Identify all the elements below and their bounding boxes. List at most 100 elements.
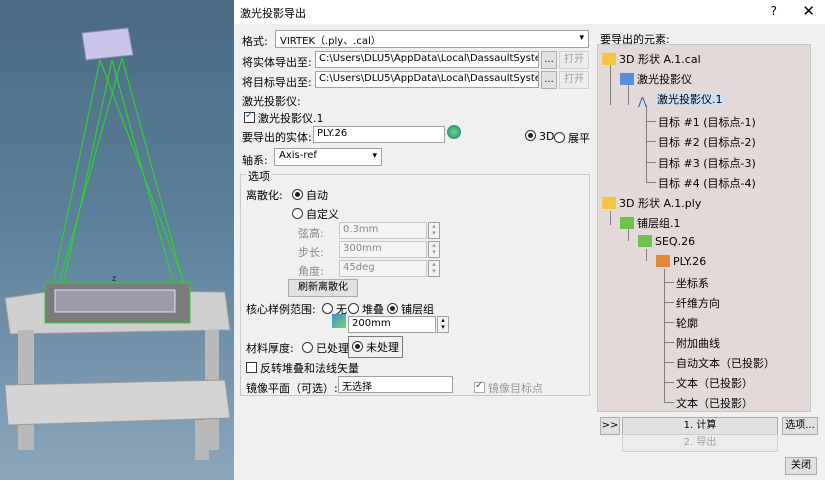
table-shelf <box>4 379 231 426</box>
tree-item-text-1[interactable]: 文本（已投影） <box>676 375 753 391</box>
angle-field[interactable]: 45deg <box>339 260 427 277</box>
tree-item-auto-text[interactable]: 自动文本（已投影） <box>676 355 775 371</box>
tree-item-target-4[interactable]: 目标 #4 (目标点-4) <box>658 175 756 191</box>
tree-item-extra-curves[interactable]: 附加曲线 <box>676 335 720 351</box>
discretize-auto-option[interactable]: 自动 <box>292 187 328 203</box>
core-stack-label: 堆叠 <box>362 303 384 316</box>
thickness-processed-option[interactable]: 已处理 <box>302 340 349 356</box>
tree-item-sequence[interactable]: SEQ.26 <box>638 235 695 248</box>
thickness-unprocessed-option[interactable]: 未处理 <box>348 336 403 358</box>
title-bar: 激光投影导出 ? ✕ <box>234 0 825 24</box>
export-button[interactable]: 2. 导出 <box>622 434 778 452</box>
thickness-unprocessed-radio[interactable] <box>352 341 363 352</box>
core-ply-group-radio[interactable] <box>387 303 398 314</box>
tree-item-ply[interactable]: PLY.26 <box>656 255 706 268</box>
tree-item-target-2[interactable]: 目标 #2 (目标点-2) <box>658 134 756 150</box>
solid-export-path-field[interactable]: C:\Users\DLU5\AppData\Local\DassaultSyst… <box>315 51 539 68</box>
core-stack-radio[interactable] <box>348 303 359 314</box>
ply-icon <box>656 255 670 267</box>
entity-field[interactable]: PLY.26 <box>313 126 445 143</box>
tree-item-cal-file[interactable]: 3D 形状 A.1.cal <box>602 51 701 67</box>
mirror-target-checkbox[interactable] <box>474 380 485 393</box>
tree-line <box>664 302 674 303</box>
close-button[interactable]: 关闭 <box>785 457 817 475</box>
discretize-custom-option[interactable]: 自定义 <box>292 206 339 222</box>
tree-item-label: 3D 形状 A.1.cal <box>619 53 701 66</box>
expand-button[interactable]: >> <box>600 417 620 435</box>
mode-flat-radio[interactable] <box>554 132 565 143</box>
thickness-unprocessed-label: 未处理 <box>366 341 399 354</box>
discretize-custom-label: 自定义 <box>306 208 339 221</box>
discretize-auto-radio[interactable] <box>292 189 303 200</box>
tree-item-label: 激光投影仪.1 <box>655 93 725 106</box>
tree-line <box>664 322 674 323</box>
svg-text:z: z <box>112 274 116 283</box>
mode-3d-label: 3D <box>539 130 555 143</box>
tree-item-projector-1[interactable]: ⋀ 激光投影仪.1 <box>638 91 725 108</box>
discretize-custom-radio[interactable] <box>292 208 303 219</box>
tree-line <box>664 282 674 283</box>
target-browse-button[interactable]: ... <box>541 71 557 89</box>
solid-browse-button[interactable]: ... <box>541 51 557 69</box>
entity-label: 要导出的实体: <box>242 131 312 144</box>
core-stack-option[interactable]: 堆叠 <box>348 301 384 317</box>
mode-3d-option[interactable]: 3D <box>525 130 554 143</box>
thickness-processed-radio[interactable] <box>302 342 313 353</box>
tree-item-axis[interactable]: 坐标系 <box>676 275 709 291</box>
tree-line <box>646 162 656 163</box>
step-stepper[interactable]: ▴ ▾ <box>428 241 440 258</box>
chevron-down-icon: ▾ <box>579 33 584 43</box>
3d-viewport[interactable]: z <box>0 0 234 480</box>
format-value: VIRTEK（.ply、.cal） <box>280 36 381 47</box>
target-export-path-field[interactable]: C:\Users\DLU5\AppData\Local\DassaultSyst… <box>315 71 539 88</box>
laser-lines <box>51 57 187 301</box>
core-ply-group-option[interactable]: 铺层组 <box>387 301 434 317</box>
axis-dropdown[interactable]: Axis-ref ▾ <box>274 148 382 166</box>
target-open-button[interactable]: 打开 <box>559 71 589 89</box>
tree-item-projector-group[interactable]: 激光投影仪 <box>620 71 692 87</box>
viewport-scene: z <box>4 27 231 460</box>
help-button[interactable]: ? <box>771 4 777 18</box>
mode-3d-radio[interactable] <box>525 130 536 141</box>
folder-icon <box>602 53 616 65</box>
thickness-processed-label: 已处理 <box>316 342 349 355</box>
mode-flat-option[interactable]: 展平 <box>554 130 590 146</box>
core-none-radio[interactable] <box>322 303 333 314</box>
tree-item-contour[interactable]: 轮廓 <box>676 315 698 331</box>
globe-icon[interactable] <box>447 125 461 139</box>
angle-label: 角度: <box>298 265 324 278</box>
reverse-checkbox-row[interactable]: 反转堆叠和法线矢量 <box>246 360 359 376</box>
mirror-target-checkbox-row[interactable]: 镜像目标点 <box>474 380 543 396</box>
export-elements-tree[interactable]: 3D 形状 A.1.cal 激光投影仪 ⋀ 激光投影仪.1 目标 #1 (目标点-… <box>597 44 811 412</box>
options-button[interactable]: 选项... <box>782 417 818 435</box>
refresh-discretize-button[interactable]: 刷新离散化 <box>288 279 358 297</box>
mirror-plane-label: 镜像平面（可选）: <box>246 382 338 395</box>
tree-item-ply-file[interactable]: 3D 形状 A.1.ply <box>602 195 701 211</box>
solid-open-button[interactable]: 打开 <box>559 51 589 69</box>
close-icon[interactable]: ✕ <box>802 2 815 20</box>
tree-line <box>646 121 656 122</box>
core-sample-field[interactable]: 200mm <box>348 316 436 333</box>
step-label: 步长: <box>298 246 324 259</box>
compute-button[interactable]: 1. 计算 <box>622 417 778 435</box>
projector-checkbox-row[interactable]: 激光投影仪.1 <box>244 110 324 126</box>
tree-item-label: 铺层组.1 <box>637 217 681 230</box>
mode-flat-label: 展平 <box>568 132 590 145</box>
angle-stepper[interactable]: ▴ ▾ <box>428 260 440 277</box>
tree-item-fiber-direction[interactable]: 纤维方向 <box>676 295 720 311</box>
chord-stepper[interactable]: ▴ ▾ <box>428 222 440 239</box>
folder-icon <box>602 197 616 209</box>
mirror-plane-field[interactable]: 无选择 <box>338 376 453 393</box>
format-dropdown[interactable]: VIRTEK（.ply、.cal） ▾ <box>275 30 589 48</box>
core-sample-stepper[interactable]: ▴ ▾ <box>437 316 449 333</box>
axis-label: 轴系: <box>242 154 268 167</box>
tree-item-target-1[interactable]: 目标 #1 (目标点-1) <box>658 114 756 130</box>
step-field[interactable]: 300mm <box>339 241 427 258</box>
reverse-checkbox[interactable] <box>246 362 257 373</box>
tree-item-target-3[interactable]: 目标 #3 (目标点-3) <box>658 155 756 171</box>
tree-item-text-2[interactable]: 文本（已投影） <box>676 395 753 411</box>
projector-icon <box>620 73 634 85</box>
tree-item-ply-group[interactable]: 铺层组.1 <box>620 215 681 231</box>
projector-checkbox[interactable] <box>244 110 255 123</box>
chord-field[interactable]: 0.3mm <box>339 222 427 239</box>
